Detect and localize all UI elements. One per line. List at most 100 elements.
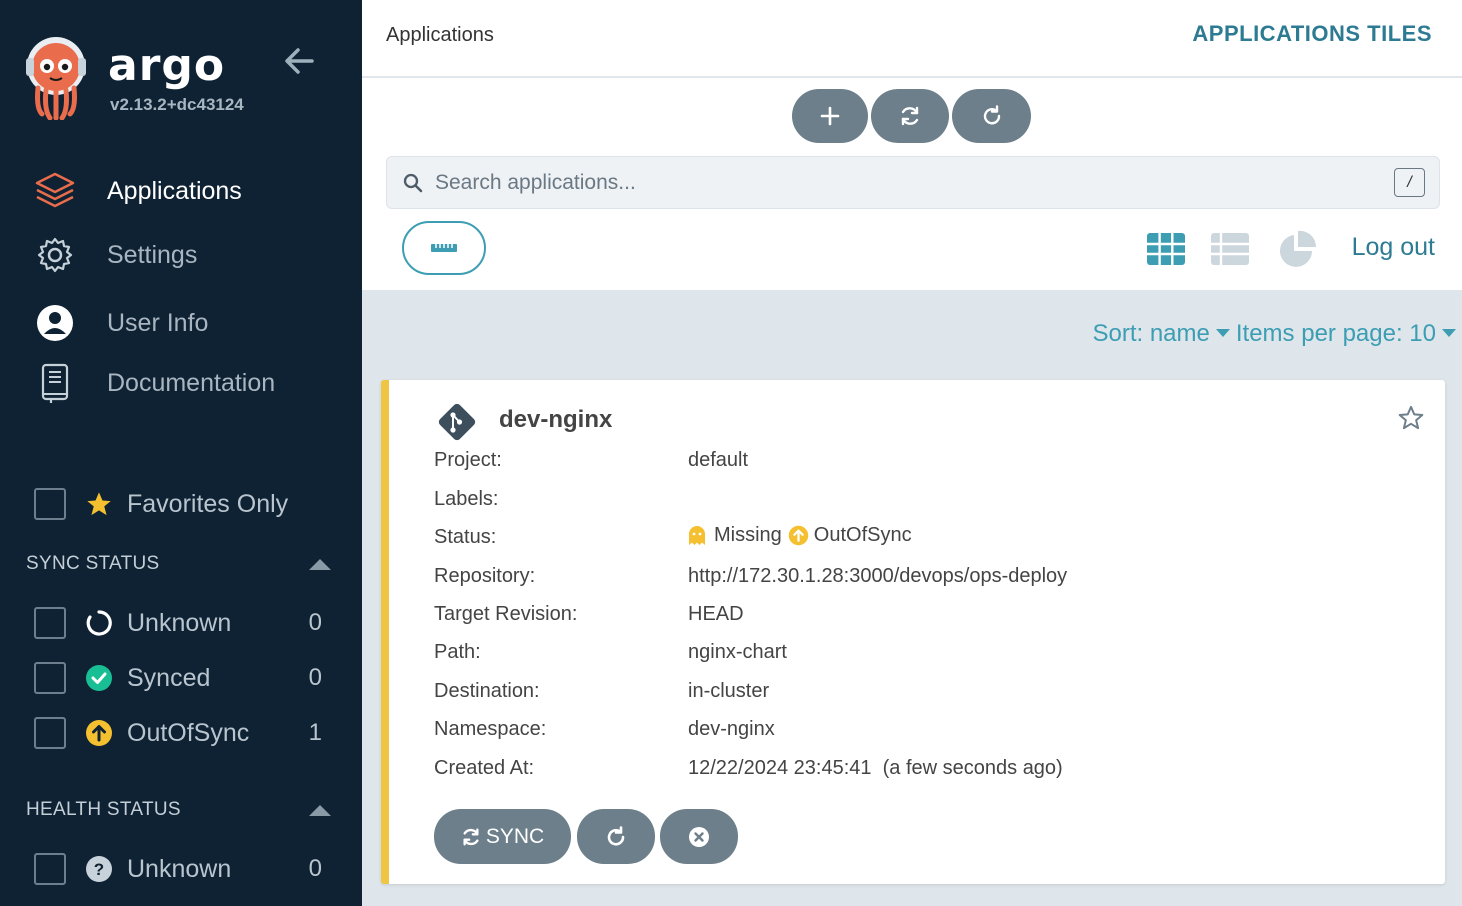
field-label: Target Revision:	[434, 603, 578, 625]
new-app-button[interactable]	[792, 89, 868, 143]
nav-label: User Info	[107, 308, 209, 337]
filter-sync-unknown[interactable]: Unknown 0	[0, 601, 362, 645]
refresh-app-button[interactable]	[577, 809, 655, 864]
favorites-checkbox[interactable]	[34, 488, 66, 520]
sync-icon	[463, 828, 479, 845]
page-subtitle: APPLICATIONS TILES	[1192, 21, 1432, 46]
items-per-page-dropdown[interactable]: Items per page: 10	[1236, 320, 1436, 347]
repository-value: http://172.30.1.28:3000/devops/ops-deplo…	[688, 565, 1068, 587]
target-revision-value: HEAD	[688, 603, 744, 625]
sync-status-heading: SYNC STATUS	[26, 553, 160, 574]
filter-count: 0	[308, 664, 322, 691]
sidebar: argo v2.13.2+dc43124 Applications Settin…	[0, 0, 362, 906]
summary-view-button[interactable]	[1275, 229, 1319, 269]
field-label: Labels:	[434, 488, 499, 510]
filter-label: Synced	[127, 663, 211, 692]
nav-settings[interactable]: Settings	[0, 229, 362, 281]
grid-icon	[1147, 233, 1185, 265]
arrow-up-circle-icon	[84, 718, 114, 748]
field-label: Status:	[434, 526, 497, 548]
filter-label: Unknown	[127, 608, 232, 637]
sync-apps-button[interactable]	[871, 89, 949, 143]
favorites-filter[interactable]: Favorites Only	[0, 482, 362, 526]
collapse-sidebar-icon[interactable]	[282, 44, 316, 78]
filter-sync-outofsync[interactable]: OutOfSync 1	[0, 711, 362, 755]
checkbox[interactable]	[34, 853, 66, 885]
destination-value: in-cluster	[688, 680, 770, 702]
app-name[interactable]: dev-nginx	[499, 406, 612, 434]
project-value: default	[688, 449, 749, 471]
sort-dropdown[interactable]: Sort: name	[1092, 320, 1209, 347]
logout-link[interactable]: Log out	[1352, 233, 1435, 262]
checkbox[interactable]	[34, 717, 66, 749]
ruler-icon	[431, 244, 457, 252]
collapse-sync-status-icon[interactable]	[309, 559, 331, 570]
search-input[interactable]	[435, 165, 1335, 201]
path-value: nginx-chart	[688, 641, 787, 663]
health-status: Missing	[714, 524, 782, 546]
checkbox[interactable]	[34, 662, 66, 694]
field-label: Project:	[434, 449, 502, 471]
field-label: Created At:	[434, 757, 535, 779]
check-circle-icon	[84, 663, 114, 693]
created-at-value: 12/22/2024 23:45:41 (a few seconds ago)	[688, 757, 1063, 779]
plus-icon	[820, 106, 840, 126]
sync-button[interactable]: SYNC	[434, 809, 571, 864]
circle-notch-icon	[84, 608, 114, 638]
status-value: Missing OutOfSync	[688, 524, 912, 547]
nav-label: Settings	[107, 240, 198, 269]
page-title: Applications	[386, 24, 494, 46]
search-bar[interactable]: /	[386, 156, 1440, 209]
question-circle-icon: ?	[84, 854, 114, 884]
redo-icon	[607, 825, 625, 845]
favorites-label: Favorites Only	[127, 489, 289, 518]
nav-label: Applications	[107, 176, 242, 205]
version-label: v2.13.2+dc43124	[110, 95, 244, 114]
refresh-apps-button[interactable]	[952, 89, 1031, 143]
nav-applications[interactable]: Applications	[0, 165, 362, 217]
toolbar: / Log out	[362, 78, 1462, 290]
namespace-value: dev-nginx	[688, 718, 775, 740]
argo-logo	[26, 37, 86, 120]
filter-count: 1	[308, 719, 322, 746]
ghost-icon	[689, 525, 705, 545]
svg-text:?: ?	[94, 860, 104, 879]
delete-app-button[interactable]	[660, 809, 738, 864]
checkbox[interactable]	[34, 607, 66, 639]
git-icon	[438, 403, 476, 441]
pie-chart-icon	[1280, 230, 1317, 267]
filter-label: OutOfSync	[127, 718, 250, 747]
sync-button-label: SYNC	[485, 824, 545, 848]
filter-count: 0	[308, 609, 322, 636]
chevron-down-icon[interactable]	[1442, 329, 1456, 338]
sort-controls: Sort: name Items per page: 10	[1092, 320, 1462, 348]
sync-status: OutOfSync	[813, 524, 912, 546]
nav-label: Documentation	[107, 368, 276, 397]
gear-icon	[34, 234, 76, 276]
application-tile[interactable]: dev-nginx Project: default Labels: Statu…	[381, 380, 1445, 884]
sort-bar: Sort: name Items per page: 10	[362, 316, 1462, 356]
book-icon	[34, 362, 76, 404]
stack-icon	[34, 170, 76, 212]
redo-icon	[983, 105, 1000, 125]
nav-documentation[interactable]: Documentation	[0, 357, 362, 409]
favorite-star-icon[interactable]	[1397, 404, 1425, 432]
list-view-button[interactable]	[1208, 229, 1252, 269]
nav-user-info[interactable]: User Info	[0, 297, 362, 349]
field-label: Destination:	[434, 680, 540, 702]
search-icon	[403, 173, 423, 193]
star-icon	[84, 489, 114, 519]
chevron-down-icon[interactable]	[1215, 329, 1230, 338]
field-label: Path:	[434, 641, 481, 663]
times-circle-icon	[689, 826, 709, 847]
sync-icon	[901, 106, 919, 126]
filter-sync-synced[interactable]: Synced 0	[0, 656, 362, 700]
tiles-view-button[interactable]	[1144, 229, 1188, 269]
health-status-heading: HEALTH STATUS	[26, 799, 181, 820]
brand-name: argo	[108, 40, 226, 91]
collapse-health-status-icon[interactable]	[309, 805, 331, 816]
filter-health-unknown[interactable]: ? Unknown 0	[0, 847, 362, 891]
toggle-filters-button[interactable]	[402, 221, 486, 275]
field-label: Namespace:	[434, 718, 547, 740]
search-shortcut-hint: /	[1394, 168, 1425, 197]
